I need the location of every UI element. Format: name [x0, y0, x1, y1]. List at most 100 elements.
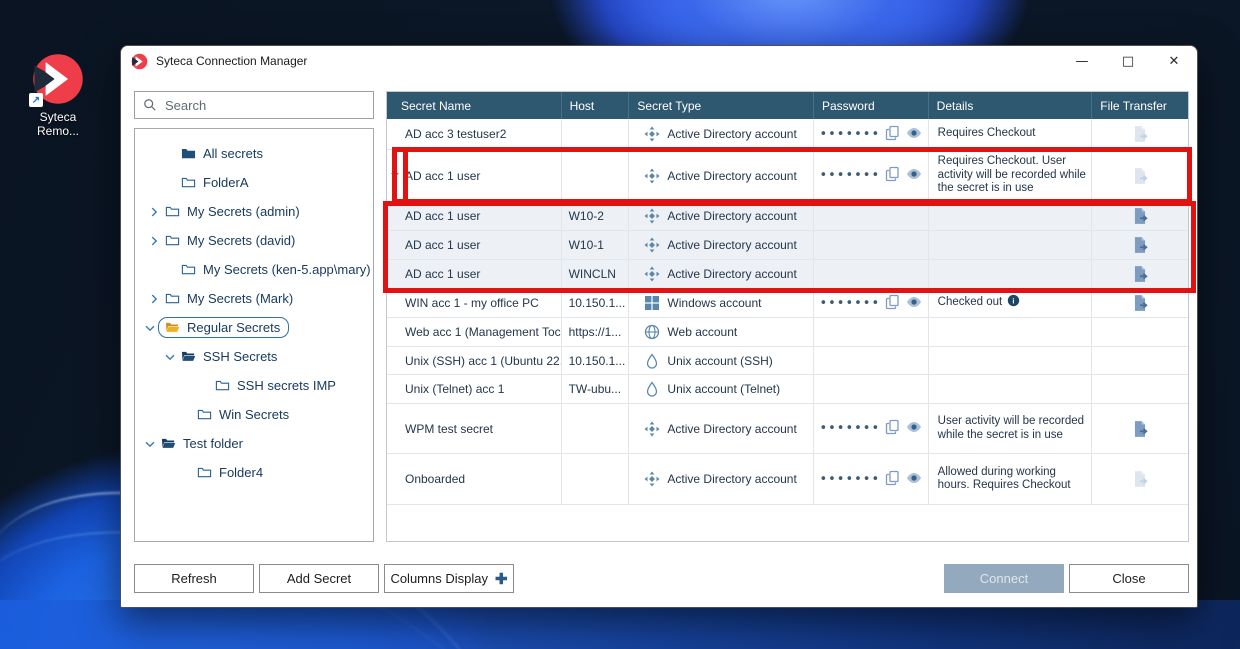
- reveal-password-icon[interactable]: [906, 470, 922, 489]
- password-mask: •••••••: [819, 296, 880, 311]
- cell-details: [929, 260, 1093, 288]
- sidebar-item-my-secrets-ken-5-app-mary-[interactable]: My Secrets (ken-5.app\mary): [135, 255, 373, 284]
- cell-file-transfer: [1092, 231, 1188, 259]
- cell-details: [929, 318, 1093, 346]
- search-box[interactable]: [134, 91, 374, 119]
- copy-password-icon[interactable]: [885, 294, 901, 313]
- host-text: W10-1: [569, 238, 604, 252]
- sidebar-item-my-secrets-admin-[interactable]: My Secrets (admin): [135, 197, 373, 226]
- sidebar-item-regular-secrets[interactable]: Regular Secrets: [135, 313, 373, 342]
- table-row[interactable]: OnboardedActive Directory account•••••••…: [387, 454, 1188, 505]
- table-row[interactable]: AD acc 1 userActive Directory account•••…: [387, 150, 1188, 202]
- reveal-password-icon[interactable]: [906, 166, 922, 185]
- desktop-shortcut-syteca[interactable]: ↗ Syteca Remo...: [18, 52, 98, 138]
- folder-outline-icon: [164, 291, 181, 306]
- chevron-down-icon[interactable]: [142, 436, 158, 452]
- cell-details: [929, 231, 1093, 259]
- table-row[interactable]: AD acc 3 testuser2Active Directory accou…: [387, 119, 1188, 150]
- search-input[interactable]: [165, 98, 365, 113]
- folder-outline-icon: [164, 233, 181, 248]
- search-icon: [143, 98, 157, 112]
- file-transfer-icon[interactable]: [1131, 207, 1149, 225]
- cell-secret-name: WPM test secret: [387, 404, 562, 453]
- table-row[interactable]: Unix (SSH) acc 1 (Ubuntu 22.(10.150.1...…: [387, 347, 1188, 375]
- details-text: Checked out: [938, 296, 1003, 310]
- reveal-password-icon[interactable]: [906, 419, 922, 438]
- sidebar-item-my-secrets-mark-[interactable]: My Secrets (Mark): [135, 284, 373, 313]
- shortcut-label: Syteca Remo...: [18, 110, 98, 138]
- file-transfer-icon[interactable]: [1131, 236, 1149, 254]
- cell-host: W10-2: [562, 202, 630, 230]
- folder-outline-icon: [214, 378, 231, 393]
- password-mask: •••••••: [819, 421, 880, 436]
- reveal-password-icon[interactable]: [906, 125, 922, 144]
- table-row[interactable]: AD acc 1 userW10-2Active Directory accou…: [387, 202, 1188, 231]
- sidebar-item-ssh-secrets[interactable]: SSH Secrets: [135, 342, 373, 371]
- chevron-down-icon[interactable]: [162, 349, 178, 365]
- cell-secret-name: Web acc 1 (Management Toc: [387, 318, 562, 346]
- info-icon[interactable]: i: [1007, 294, 1020, 312]
- cell-details: Allowed during working hours. Requires C…: [929, 454, 1093, 504]
- web-account-icon: [644, 324, 660, 340]
- close-button[interactable]: Close: [1069, 564, 1189, 593]
- secret-type-text: Active Directory account: [667, 267, 796, 281]
- table-row[interactable]: AD acc 1 userWINCLNActive Directory acco…: [387, 260, 1188, 289]
- column-header-details[interactable]: Details: [929, 92, 1093, 119]
- copy-password-icon[interactable]: [885, 125, 901, 144]
- details-text: Requires Checkout. User activity will be…: [938, 155, 1088, 196]
- chevron-right-icon[interactable]: [146, 291, 162, 307]
- table-row[interactable]: AD acc 1 userW10-1Active Directory accou…: [387, 231, 1188, 260]
- details-text: User activity will be recorded while the…: [938, 415, 1088, 442]
- sidebar-item-win-secrets[interactable]: Win Secrets: [135, 400, 373, 429]
- column-header-file-transfer[interactable]: File Transfer: [1092, 92, 1188, 119]
- column-header-secret-type[interactable]: Secret Type: [629, 92, 814, 119]
- sidebar-item-ssh-secrets-imp[interactable]: SSH secrets IMP: [135, 371, 373, 400]
- cell-file-transfer: [1092, 202, 1188, 230]
- sidebar-item-folder4[interactable]: Folder4: [135, 458, 373, 487]
- file-transfer-icon[interactable]: [1131, 294, 1149, 312]
- refresh-button[interactable]: Refresh: [134, 564, 254, 593]
- file-transfer-icon[interactable]: [1131, 265, 1149, 283]
- chevron-down-icon[interactable]: [142, 320, 158, 336]
- ad-account-icon: [644, 208, 660, 224]
- host-text: 10.150.1...: [569, 296, 626, 310]
- secret-name-text: AD acc 1 user: [405, 209, 480, 223]
- cell-details: [929, 347, 1093, 374]
- connect-button[interactable]: Connect: [944, 564, 1064, 593]
- close-icon[interactable]: ✕: [1151, 46, 1197, 76]
- secret-name-text: WPM test secret: [405, 422, 493, 436]
- columns-display-button[interactable]: Columns Display ✚: [384, 564, 514, 593]
- reveal-password-icon[interactable]: [906, 294, 922, 313]
- cell-host: [562, 119, 630, 149]
- windows-account-icon: [644, 295, 660, 311]
- password-mask: •••••••: [819, 168, 880, 183]
- copy-password-icon[interactable]: [885, 419, 901, 438]
- sidebar-item-test-folder[interactable]: Test folder: [135, 429, 373, 458]
- table-row[interactable]: Unix (Telnet) acc 1TW-ubu...Unix account…: [387, 375, 1188, 404]
- table-row[interactable]: Web acc 1 (Management Tochttps://1...Web…: [387, 318, 1188, 347]
- sidebar-item-my-secrets-david-[interactable]: My Secrets (david): [135, 226, 373, 255]
- secret-type-text: Unix account (Telnet): [667, 382, 780, 396]
- table-row[interactable]: WPM test secretActive Directory account•…: [387, 404, 1188, 454]
- sidebar-item-all-secrets[interactable]: All secrets: [135, 139, 373, 168]
- minimize-icon[interactable]: —: [1059, 46, 1105, 76]
- row-expander-icon[interactable]: [389, 168, 401, 183]
- tree-spacer: [178, 465, 194, 481]
- sidebar-item-foldera[interactable]: FolderA: [135, 168, 373, 197]
- file-transfer-icon[interactable]: [1131, 420, 1149, 438]
- titlebar[interactable]: Syteca Connection Manager — □ ✕: [121, 46, 1197, 76]
- chevron-right-icon[interactable]: [146, 204, 162, 220]
- column-header-secret-name[interactable]: Secret Name: [387, 92, 562, 119]
- chevron-right-icon[interactable]: [146, 233, 162, 249]
- svg-text:i: i: [1013, 297, 1015, 306]
- column-header-password[interactable]: Password: [814, 92, 929, 119]
- column-header-host[interactable]: Host: [562, 92, 630, 119]
- copy-password-icon[interactable]: [885, 166, 901, 185]
- maximize-icon[interactable]: □: [1105, 46, 1151, 76]
- table-row[interactable]: WIN acc 1 - my office PC10.150.1...Windo…: [387, 289, 1188, 318]
- copy-password-icon[interactable]: [885, 470, 901, 489]
- tree-spacer: [178, 407, 194, 423]
- add-secret-button[interactable]: Add Secret: [259, 564, 379, 593]
- folder-outline-icon: [180, 262, 197, 277]
- folder-tree: All secretsFolderAMy Secrets (admin)My S…: [134, 128, 374, 542]
